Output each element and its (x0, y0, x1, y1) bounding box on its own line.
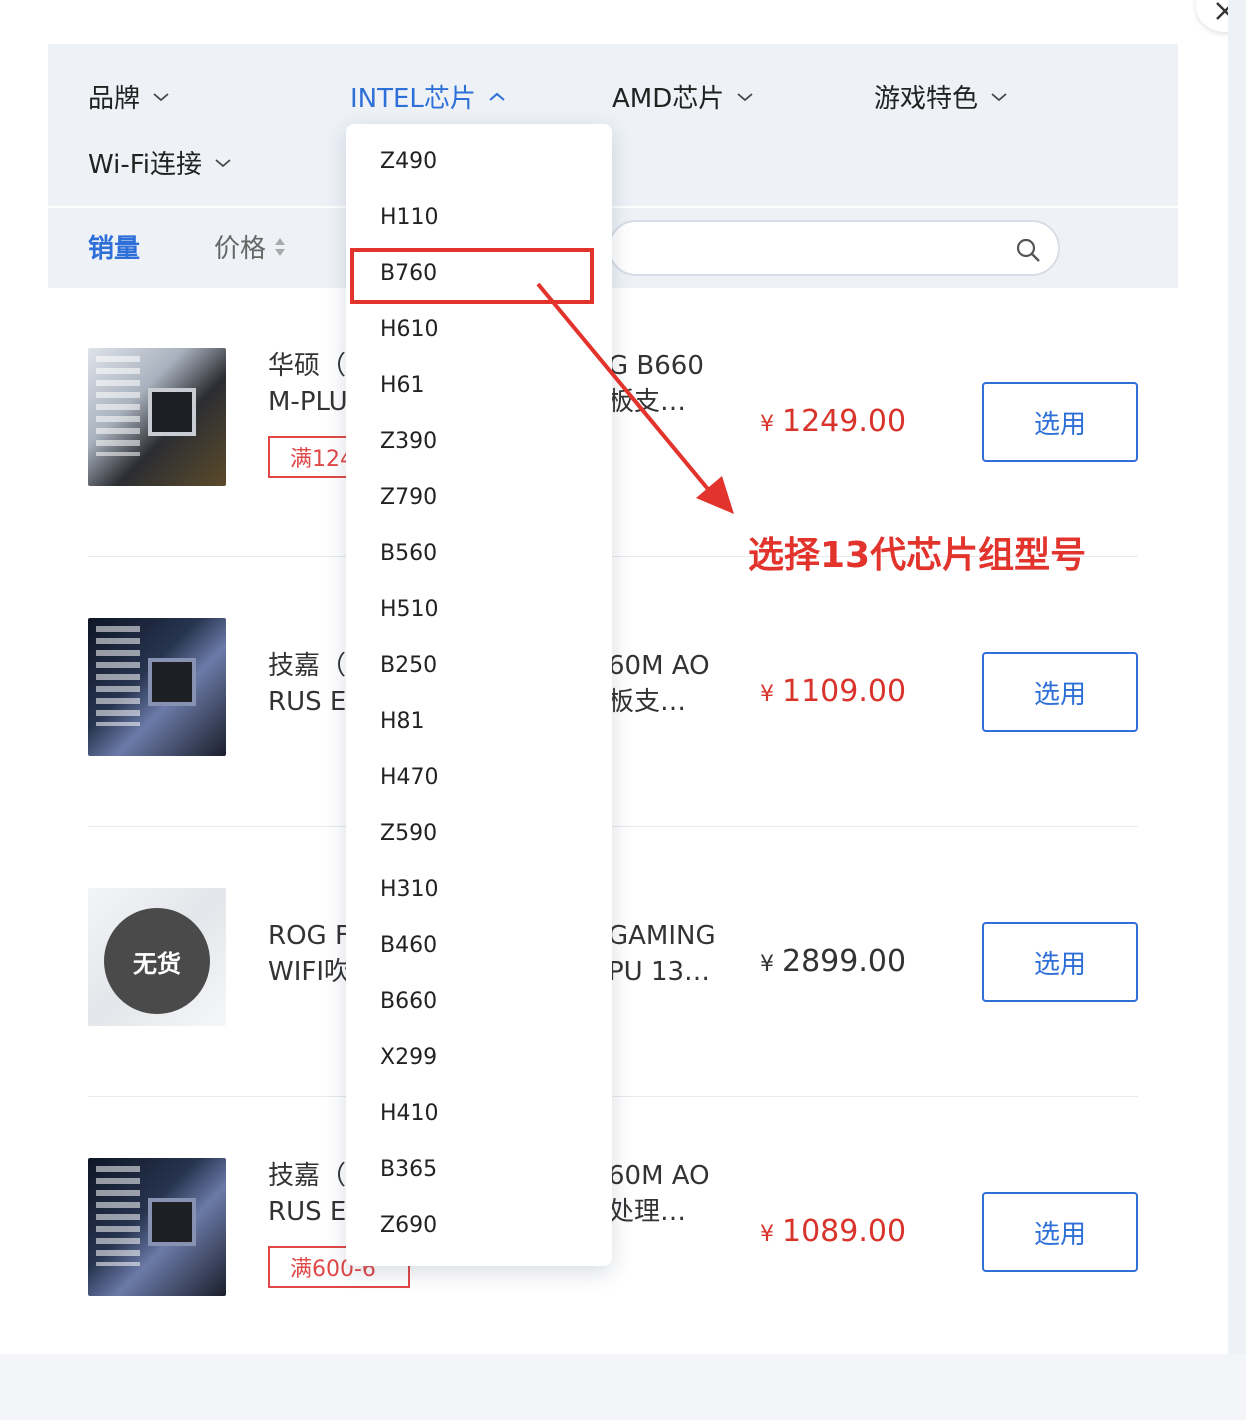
currency-symbol: ¥ (760, 682, 774, 707)
currency-symbol: ¥ (760, 1222, 774, 1247)
dropdown-option[interactable]: Z590 (380, 806, 437, 862)
filter-intel-chipset[interactable]: INTEL芯片 (350, 78, 506, 115)
sort-by-sales[interactable]: 销量 (88, 228, 140, 265)
price-value: 1089.00 (782, 1214, 907, 1249)
dropdown-option[interactable]: X299 (380, 1030, 437, 1086)
filter-amd-chipset[interactable]: AMD芯片 (612, 78, 754, 115)
sort-by-price[interactable]: 价格 (214, 228, 286, 265)
filter-gaming-features[interactable]: 游戏特色 (874, 78, 1008, 115)
row-divider (88, 826, 1138, 827)
select-button[interactable]: 选用 (982, 1192, 1138, 1272)
product-row[interactable]: 技嘉（ RUS E 60M AO 处理… 满600-6 ¥1089.00 选用 (88, 1150, 1138, 1420)
chevron-up-icon (489, 92, 505, 101)
filter-bar: 品牌 INTEL芯片 AMD芯片 游戏特色 Wi-Fi连接 (48, 44, 1178, 206)
dropdown-option[interactable]: B365 (380, 1142, 437, 1198)
dropdown-option[interactable]: H110 (380, 190, 439, 246)
product-title-start[interactable]: ROG F WIFI吹 (268, 918, 350, 990)
product-price: ¥1109.00 (760, 674, 906, 709)
select-button[interactable]: 选用 (982, 922, 1138, 1002)
product-title-end[interactable]: 60M AO 处理… (608, 1158, 710, 1230)
currency-symbol: ¥ (760, 952, 774, 977)
product-title-line: WIFI吹 (268, 957, 350, 987)
dropdown-option[interactable]: B560 (380, 526, 437, 582)
product-title-start[interactable]: 华硕（ M-PLU (268, 348, 348, 420)
currency-symbol: ¥ (760, 412, 774, 437)
product-title-line: ROG F (268, 921, 350, 951)
dropdown-option[interactable]: H81 (380, 694, 425, 750)
dropdown-option[interactable]: H61 (380, 358, 425, 414)
row-divider (88, 1096, 1138, 1097)
filter-brand[interactable]: 品牌 (88, 78, 170, 115)
chevron-down-icon (215, 158, 231, 167)
chevron-down-icon (153, 92, 169, 101)
chevron-down-icon (737, 92, 753, 101)
product-title-end[interactable]: GAMING PU 13… (608, 918, 716, 990)
sort-label: 价格 (214, 234, 267, 264)
sort-bar: 销量 价格 (48, 208, 1178, 288)
product-title-start[interactable]: 技嘉（ RUS E (268, 648, 346, 720)
product-title-line: RUS E (268, 687, 347, 717)
search-input[interactable] (608, 220, 1060, 276)
dropdown-option[interactable]: Z490 (380, 134, 437, 190)
filter-label: 品牌 (88, 84, 141, 114)
product-row[interactable]: 无货 ROG F WIFI吹 GAMING PU 13… ¥2899.00 选用 (88, 880, 1138, 1150)
product-title-line: 华硕（ (268, 351, 347, 381)
dropdown-option[interactable]: H410 (380, 1086, 439, 1142)
highlight-box (350, 248, 594, 304)
product-title-line: G B660 (608, 351, 704, 381)
product-title-line: 技嘉（ (268, 651, 347, 681)
dropdown-option[interactable]: Z790 (380, 470, 437, 526)
dropdown-option[interactable]: Z390 (380, 414, 437, 470)
product-image[interactable]: 无货 (88, 888, 226, 1026)
dropdown-option[interactable]: B660 (380, 974, 437, 1030)
product-title-end[interactable]: 60M AO 板支… (608, 648, 710, 720)
product-title-line: RUS E (268, 1197, 347, 1227)
product-title-line: 板支… (608, 687, 687, 717)
chipset-selector-panel: 品牌 INTEL芯片 AMD芯片 游戏特色 Wi-Fi连接 销量 价格 华硕（ … (0, 0, 1246, 1354)
sort-label: 销量 (88, 234, 141, 264)
product-title-line: M-PLU (268, 387, 348, 417)
filter-label: AMD芯片 (612, 84, 725, 114)
annotation-text: 选择13代芯片组型号 (748, 535, 1087, 576)
select-button[interactable]: 选用 (982, 652, 1138, 732)
dropdown-option[interactable]: H610 (380, 302, 439, 358)
dropdown-option[interactable]: H510 (380, 582, 439, 638)
product-price: ¥2899.00 (760, 944, 906, 979)
out-of-stock-badge: 无货 (104, 908, 210, 1014)
product-row[interactable]: 技嘉（ RUS E 60M AO 板支… ¥1109.00 选用 (88, 610, 1138, 880)
price-value: 1109.00 (782, 674, 907, 709)
product-title-line: PU 13… (608, 957, 711, 987)
dropdown-option[interactable]: H310 (380, 862, 439, 918)
product-title-line: 处理… (608, 1197, 687, 1227)
sort-arrows-icon (275, 237, 286, 256)
dropdown-option[interactable]: B250 (380, 638, 437, 694)
scroll-edge (1228, 0, 1246, 1354)
product-title-line: 60M AO (608, 651, 710, 681)
filter-label: INTEL芯片 (350, 84, 476, 114)
search-icon (1016, 238, 1040, 262)
product-price: ¥1249.00 (760, 404, 906, 439)
product-price: ¥1089.00 (760, 1214, 906, 1249)
select-button[interactable]: 选用 (982, 382, 1138, 462)
product-title-line: 技嘉（ (268, 1161, 347, 1191)
product-title-start[interactable]: 技嘉（ RUS E (268, 1158, 346, 1230)
filter-label: 游戏特色 (874, 84, 979, 114)
product-image[interactable] (88, 348, 226, 486)
product-image[interactable] (88, 1158, 226, 1296)
product-title-line: GAMING (608, 921, 716, 951)
price-value: 1249.00 (782, 404, 907, 439)
filter-label: Wi-Fi连接 (88, 150, 203, 180)
filter-wifi[interactable]: Wi-Fi连接 (88, 144, 232, 181)
dropdown-option[interactable]: B460 (380, 918, 437, 974)
product-title-line: 板支… (608, 387, 687, 417)
product-title-line: 60M AO (608, 1161, 710, 1191)
dropdown-option[interactable]: H470 (380, 750, 439, 806)
product-image[interactable] (88, 618, 226, 756)
chevron-down-icon (991, 92, 1007, 101)
price-value: 2899.00 (782, 944, 907, 979)
dropdown-option[interactable]: Z690 (380, 1198, 437, 1254)
product-title-end[interactable]: G B660 板支… (608, 348, 704, 420)
